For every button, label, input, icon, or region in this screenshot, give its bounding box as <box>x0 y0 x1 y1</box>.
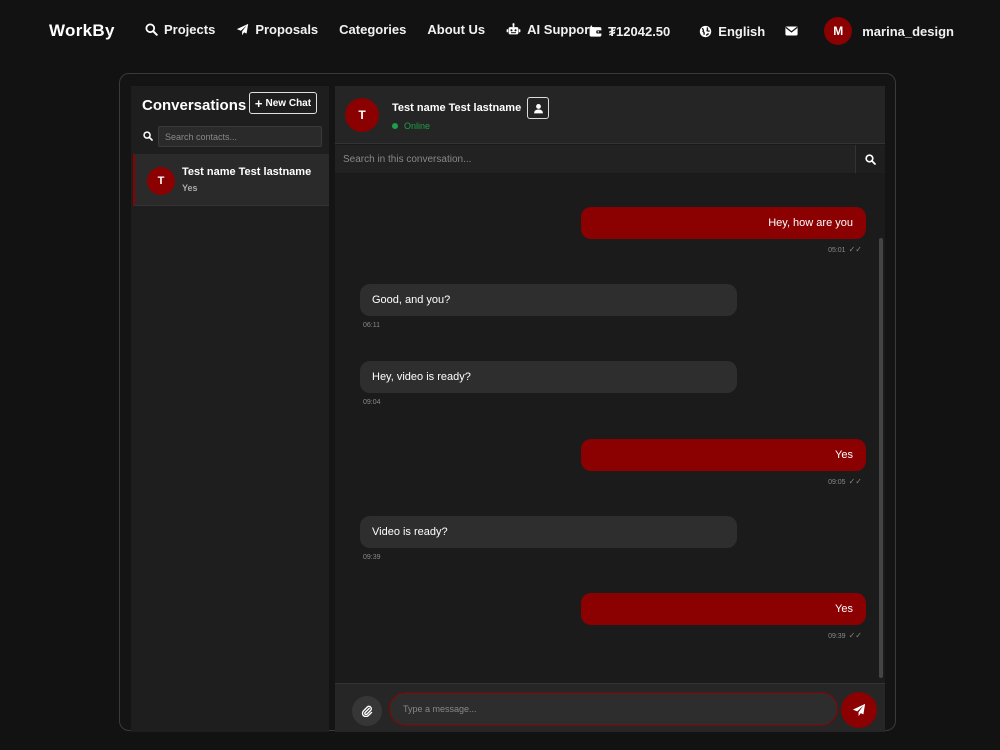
contact-item[interactable]: T Test name Test lastname Yes <box>133 154 329 206</box>
message-outgoing: Hey, how are you 05:01 ✓✓ <box>581 207 866 254</box>
nav-link-proposals[interactable]: Proposals <box>236 22 318 37</box>
message-timestamp: 09:39 <box>828 633 846 640</box>
language-selector[interactable]: English <box>699 24 765 39</box>
username[interactable]: marina_design <box>862 24 954 39</box>
contact-name: Test name Test lastname <box>182 166 312 178</box>
search-icon <box>865 153 876 165</box>
nav-link-label: Categories <box>339 22 407 37</box>
conversations-sidebar: Conversations + New Chat T Test name Tes… <box>131 86 329 732</box>
nav-link-label: About Us <box>427 22 486 37</box>
send-button[interactable] <box>841 692 877 728</box>
nav-right: ₮12042.50 English M marina_design <box>589 17 954 45</box>
avatar[interactable]: T <box>345 98 379 132</box>
online-status: Online <box>392 121 430 131</box>
message-timestamp: 09:05 <box>828 479 846 486</box>
user-icon <box>533 103 543 113</box>
new-chat-label: New Chat <box>265 97 312 109</box>
status-dot <box>392 123 398 129</box>
top-navbar: WorkBy Projects Proposals Categories Abo… <box>0 0 1000 64</box>
chat-contact-name: Test name Test lastname <box>392 102 522 114</box>
double-check-icon: ✓✓ <box>848 245 862 254</box>
language-label: English <box>718 23 766 39</box>
messages-button[interactable] <box>785 26 804 36</box>
message-time: 09:05 ✓✓ <box>581 477 866 486</box>
nav-link-label: Proposals <box>255 22 319 37</box>
message-list-scrollbar[interactable] <box>879 238 883 678</box>
message-bubble: Yes <box>581 439 866 471</box>
search-icon <box>143 131 153 141</box>
view-profile-button[interactable] <box>527 97 549 119</box>
wallet-balance[interactable]: ₮12042.50 <box>589 24 670 39</box>
paperclip-icon <box>361 705 373 717</box>
chat-panel: T Test name Test lastname Online Hey, ho… <box>335 86 885 732</box>
contact-search-input[interactable] <box>158 126 322 147</box>
message-timestamp: 05:01 <box>828 247 846 254</box>
message-bubble: Hey, video is ready? <box>360 361 737 393</box>
nav-link-label: AI Support <box>527 22 594 37</box>
nav-link-about-us[interactable]: About Us <box>427 22 485 37</box>
globe-icon <box>700 25 712 37</box>
status-text: Online <box>404 121 431 131</box>
message-timestamp: 06:11 <box>363 322 380 329</box>
plus-icon: + <box>254 95 263 111</box>
messenger-container: Conversations + New Chat T Test name Tes… <box>119 73 896 732</box>
nav-links: Projects Proposals Categories About Us A… <box>145 22 615 37</box>
message-timestamp: 09:04 <box>363 399 381 406</box>
paper-plane-icon <box>852 703 866 717</box>
avatar: T <box>147 167 175 195</box>
attach-button[interactable] <box>352 696 382 726</box>
message-outgoing: Yes 09:05 ✓✓ <box>581 439 866 486</box>
nav-link-label: Projects <box>164 22 216 37</box>
nav-link-ai-support[interactable]: AI Support <box>506 22 594 37</box>
envelope-icon <box>785 26 798 36</box>
message-bubble: Good, and you? <box>360 284 737 316</box>
sidebar-header: Conversations + New Chat <box>142 92 318 118</box>
balance-amount: ₮12042.50 <box>608 23 671 39</box>
wallet-icon <box>589 26 602 37</box>
message-input[interactable] <box>389 692 838 726</box>
message-incoming: Hey, video is ready? 09:04 <box>360 361 737 406</box>
robot-icon <box>506 23 521 35</box>
message-list: Hey, how are you 05:01 ✓✓ Good, and you? … <box>335 174 885 683</box>
message-time: 05:01 ✓✓ <box>581 245 866 254</box>
message-timestamp: 09:39 <box>363 554 381 561</box>
message-incoming: Video is ready? 09:39 <box>360 516 737 561</box>
nav-link-categories[interactable]: Categories <box>339 22 406 37</box>
message-composer <box>335 683 885 732</box>
user-avatar[interactable]: M <box>824 17 853 45</box>
contact-last-message: Yes <box>182 183 198 193</box>
nav-link-projects[interactable]: Projects <box>145 22 215 37</box>
conversation-search-button[interactable] <box>855 145 885 173</box>
double-check-icon: ✓✓ <box>848 477 862 486</box>
conversations-title: Conversations <box>142 97 247 114</box>
message-bubble: Video is ready? <box>360 516 737 548</box>
chat-header: T Test name Test lastname Online <box>335 86 885 144</box>
message-bubble: Yes <box>581 593 866 625</box>
message-outgoing: Yes 09:39 ✓✓ <box>581 593 866 640</box>
conversation-search-input[interactable] <box>335 145 855 173</box>
new-chat-button[interactable]: + New Chat <box>249 92 317 114</box>
message-bubble: Hey, how are you <box>581 207 866 239</box>
brand-logo[interactable]: WorkBy <box>49 21 115 41</box>
message-incoming: Good, and you? 06:11 <box>360 284 737 329</box>
message-time: 09:39 ✓✓ <box>581 631 866 640</box>
contact-search <box>141 126 322 147</box>
paper-plane-icon <box>237 23 249 36</box>
search-icon <box>145 23 158 36</box>
conversation-search <box>335 145 885 173</box>
double-check-icon: ✓✓ <box>848 631 862 640</box>
